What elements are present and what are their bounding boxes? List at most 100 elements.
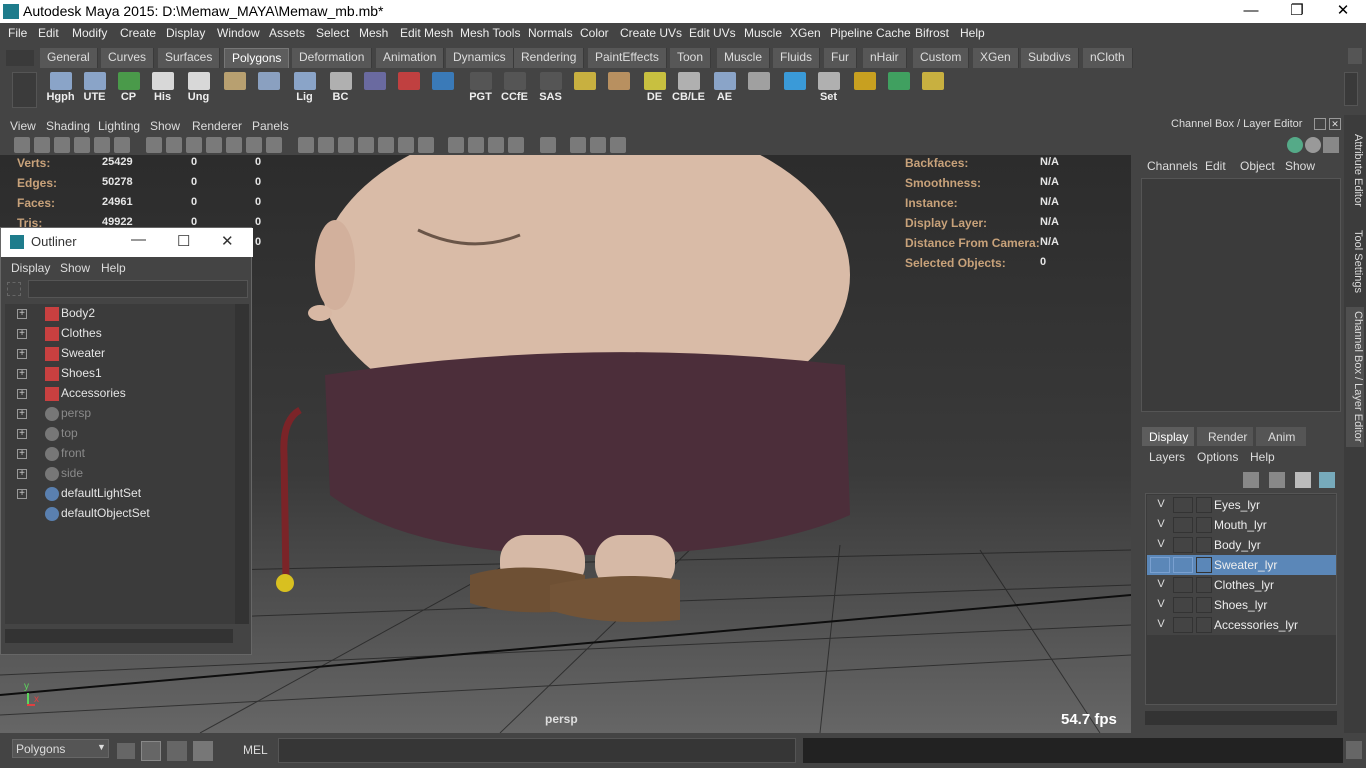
layer-row-shoes[interactable]: V Shoes_lyr <box>1147 595 1336 615</box>
shelf-icon-tool-10[interactable] <box>392 71 425 107</box>
viewport-tool-icon[interactable] <box>266 137 282 153</box>
viewport-tool-icon[interactable] <box>14 137 30 153</box>
shelf-icon-tool-23[interactable] <box>848 71 881 107</box>
layer-color-icon[interactable] <box>1196 597 1212 613</box>
shelf-tab-fur[interactable]: Fur <box>824 48 857 68</box>
shelf-icon-tool-5[interactable] <box>218 71 251 107</box>
shelf-tab-custom[interactable]: Custom <box>913 48 970 68</box>
menu-color[interactable]: Color <box>580 26 609 40</box>
shelf-tab-xgen[interactable]: XGen <box>973 48 1019 68</box>
reference-toggle[interactable] <box>1173 497 1193 513</box>
shelf-icon-tool-9[interactable] <box>358 71 391 107</box>
shelf-icon-set[interactable]: Set <box>812 71 845 107</box>
new-layer-selected-icon[interactable] <box>1319 472 1335 488</box>
hypershade-icon[interactable] <box>167 741 187 761</box>
shelf-tab-nhair[interactable]: nHair <box>863 48 907 68</box>
shelf-icon-tool-11[interactable] <box>426 71 459 107</box>
outliner-minimize-button[interactable]: — <box>131 231 146 248</box>
reference-toggle[interactable] <box>1173 617 1193 633</box>
close-panel-icon[interactable]: ✕ <box>1329 118 1341 130</box>
side-tab-channel-box[interactable]: Channel Box / Layer Editor <box>1346 307 1364 447</box>
expand-icon[interactable]: + <box>17 469 27 479</box>
shelf-icon-pgt[interactable]: PGT <box>464 71 497 107</box>
outliner-item-defaultobjectset[interactable]: defaultObjectSet <box>5 504 225 524</box>
shelf-icon-ung[interactable]: Ung <box>182 71 215 107</box>
shelf-icon-tool-21[interactable] <box>778 71 811 107</box>
side-tab-tool-settings[interactable]: Tool Settings <box>1346 221 1364 301</box>
expand-icon[interactable]: + <box>17 449 27 459</box>
reference-toggle[interactable] <box>1173 537 1193 553</box>
reference-toggle[interactable] <box>1173 597 1193 613</box>
viewport-tool-icon[interactable] <box>448 137 464 153</box>
channel-menu-object[interactable]: Object <box>1240 159 1275 173</box>
reference-toggle[interactable] <box>1173 577 1193 593</box>
viewport-tool-icon[interactable] <box>418 137 434 153</box>
menu-edit-mesh[interactable]: Edit Mesh <box>400 26 453 40</box>
panel-menu-view[interactable]: View <box>10 119 36 133</box>
shelf-tab-painteffects[interactable]: PaintEffects <box>588 48 667 68</box>
menu-create-uvs[interactable]: Create UVs <box>620 26 682 40</box>
menu-edit[interactable]: Edit <box>38 26 59 40</box>
shelf-icon-lig[interactable]: Lig <box>288 71 321 107</box>
expand-icon[interactable]: + <box>17 429 27 439</box>
outliner-close-button[interactable]: ✕ <box>221 232 234 250</box>
reference-toggle[interactable] <box>1173 517 1193 533</box>
outliner-vertical-scrollbar[interactable] <box>235 304 249 624</box>
layer-color-icon[interactable] <box>1196 557 1212 573</box>
viewport-tool-icon[interactable] <box>206 137 222 153</box>
shelf-tab-deformation[interactable]: Deformation <box>292 48 373 68</box>
outliner-item-accessories[interactable]: + Accessories <box>5 384 225 404</box>
layer-horizontal-scrollbar[interactable] <box>1145 711 1337 725</box>
shelf-options-icon[interactable] <box>12 72 37 108</box>
menu-pipeline-cache[interactable]: Pipeline Cache <box>830 26 911 40</box>
menu-file[interactable]: File <box>8 26 27 40</box>
viewport-tool-icon[interactable] <box>166 137 182 153</box>
outliner-item-persp[interactable]: + persp <box>5 404 225 424</box>
outliner-toggle-icon[interactable] <box>141 741 161 761</box>
menu-select[interactable]: Select <box>316 26 349 40</box>
filter-icon[interactable] <box>7 282 21 296</box>
menu-bifrost[interactable]: Bifrost <box>915 26 949 40</box>
new-empty-layer-icon[interactable] <box>1295 472 1311 488</box>
visibility-toggle[interactable]: V <box>1151 518 1171 530</box>
expand-icon[interactable]: + <box>17 349 27 359</box>
visibility-toggle[interactable]: V <box>1151 538 1171 550</box>
channel-box-list[interactable] <box>1141 178 1341 412</box>
outliner-item-front[interactable]: + front <box>5 444 225 464</box>
minimize-button[interactable]: — <box>1228 0 1274 23</box>
shelf-icon-cb-le[interactable]: CB/LE <box>672 71 705 107</box>
viewport-tool-icon[interactable] <box>610 137 626 153</box>
script-editor-icon[interactable] <box>117 743 135 759</box>
manipulator-icon[interactable] <box>1323 137 1339 153</box>
shelf-icon-sas[interactable]: SAS <box>534 71 567 107</box>
shelf-icon-tool-24[interactable] <box>882 71 915 107</box>
layer-row-clothes[interactable]: V Clothes_lyr <box>1147 575 1336 595</box>
layer-menu-help[interactable]: Help <box>1250 450 1275 464</box>
layer-color-icon[interactable] <box>1196 617 1212 633</box>
layer-row-sweater[interactable]: Sweater_lyr <box>1147 555 1336 575</box>
viewport-tool-icon[interactable] <box>94 137 110 153</box>
channel-menu-show[interactable]: Show <box>1285 159 1315 173</box>
expand-icon[interactable]: + <box>17 369 27 379</box>
visibility-toggle[interactable] <box>1150 557 1170 573</box>
shelf-tab-surfaces[interactable]: Surfaces <box>158 48 221 68</box>
outliner-item-body2[interactable]: + Body2 <box>5 304 225 324</box>
layer-row-accessories[interactable]: V Accessories_lyr <box>1147 615 1336 635</box>
visibility-toggle[interactable]: V <box>1151 498 1171 510</box>
layer-tab-render[interactable]: Render <box>1197 427 1253 446</box>
menu-mesh[interactable]: Mesh <box>359 26 388 40</box>
viewport-tool-icon[interactable] <box>74 137 90 153</box>
mel-label[interactable]: MEL <box>243 743 268 757</box>
outliner-item-clothes[interactable]: + Clothes <box>5 324 225 344</box>
menu-help[interactable]: Help <box>960 26 985 40</box>
viewport-tool-icon[interactable] <box>508 137 524 153</box>
layer-menu-layers[interactable]: Layers <box>1149 450 1185 464</box>
viewport-tool-icon[interactable] <box>398 137 414 153</box>
menu-create[interactable]: Create <box>120 26 156 40</box>
visibility-toggle[interactable]: V <box>1151 578 1171 590</box>
outliner-menu-display[interactable]: Display <box>11 261 50 275</box>
viewport-tool-icon[interactable] <box>570 137 586 153</box>
viewport-tool-icon[interactable] <box>146 137 162 153</box>
menu-display[interactable]: Display <box>166 26 205 40</box>
close-button[interactable]: ✕ <box>1320 0 1366 23</box>
